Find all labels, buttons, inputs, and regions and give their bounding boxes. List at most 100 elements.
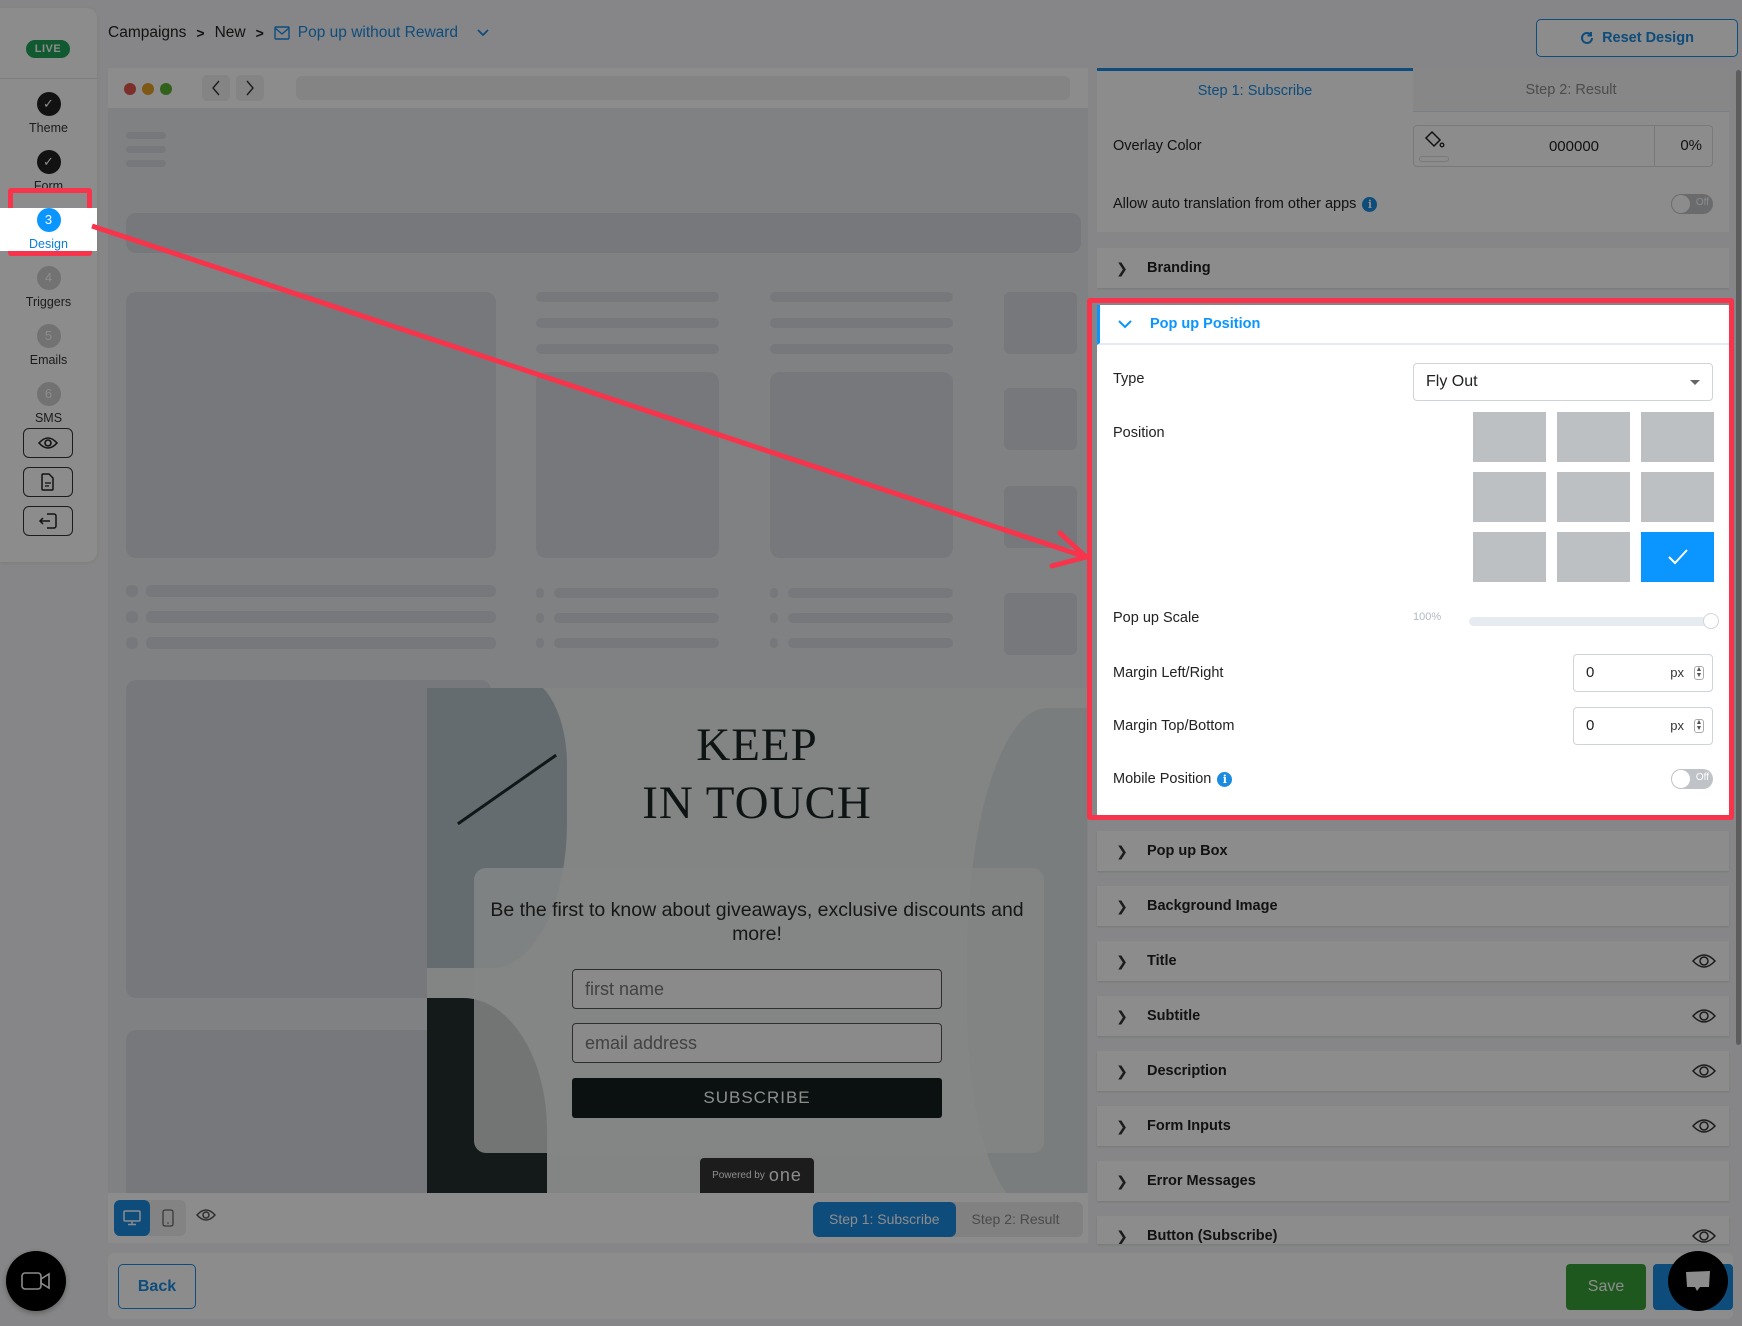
check-icon: ✓ <box>36 92 61 116</box>
info-icon[interactable]: i <box>1362 196 1378 212</box>
position-bottom-right[interactable] <box>1641 532 1714 582</box>
section-popup-position: Pop up Position Type Fly Out Position Po… <box>1097 305 1729 815</box>
subscribe-button[interactable]: SUBSCRIBE <box>572 1078 942 1118</box>
exit-button[interactable] <box>23 506 73 536</box>
chevron-right-icon: ❯ <box>1116 952 1128 969</box>
sidebar-divider <box>0 78 97 79</box>
position-middle-left[interactable] <box>1473 472 1546 522</box>
preview-button[interactable] <box>23 428 73 458</box>
save-button[interactable]: Save <box>1566 1264 1646 1310</box>
stepper-icon[interactable]: ▲ ▼ <box>1694 719 1704 733</box>
breadcrumb-campaigns[interactable]: Campaigns <box>108 24 186 42</box>
section-title: Background Image <box>1147 898 1278 914</box>
position-top-left[interactable] <box>1473 412 1546 462</box>
unit-label: px <box>1670 665 1684 680</box>
position-middle-right[interactable] <box>1641 472 1714 522</box>
live-status-badge: LIVE <box>26 40 70 58</box>
position-middle-center[interactable] <box>1557 472 1630 522</box>
video-tutorial-button[interactable] <box>6 1251 66 1311</box>
check-icon <box>1667 549 1688 565</box>
back-button[interactable]: Back <box>118 1264 196 1309</box>
mobile-view-button[interactable] <box>150 1200 186 1236</box>
chevron-left-icon <box>212 80 220 96</box>
position-bottom-center[interactable] <box>1557 532 1630 582</box>
skeleton-block <box>1004 486 1077 548</box>
powered-by-text: Powered by <box>712 1170 765 1181</box>
section-branding[interactable]: ❯ Branding <box>1097 248 1729 288</box>
section-title[interactable]: ❯ Title <box>1097 941 1729 981</box>
visibility-toggle[interactable] <box>1679 1228 1729 1244</box>
sidebar-step-sms[interactable]: 6 SMS <box>0 382 97 425</box>
envelope-icon <box>274 26 290 40</box>
campaign-selector[interactable]: Pop up without Reward <box>274 24 490 42</box>
section-form-inputs[interactable]: ❯ Form Inputs <box>1097 1106 1729 1146</box>
maximize-dot <box>160 83 172 95</box>
overlay-color-input[interactable]: 000000 0% <box>1413 125 1713 167</box>
section-error-messages[interactable]: ❯ Error Messages <box>1097 1161 1729 1201</box>
info-icon[interactable]: i <box>1217 771 1233 787</box>
section-title: Description <box>1147 1063 1227 1079</box>
position-top-right[interactable] <box>1641 412 1714 462</box>
skeleton-line <box>770 344 953 354</box>
skeleton-line <box>536 344 719 354</box>
popup-position-header[interactable]: Pop up Position <box>1097 305 1729 345</box>
section-subtitle[interactable]: ❯ Subtitle <box>1097 996 1729 1036</box>
section-description[interactable]: ❯ Description <box>1097 1051 1729 1091</box>
first-name-input[interactable]: first name <box>572 969 942 1009</box>
section-title: Pop up Box <box>1147 843 1228 859</box>
sidebar-step-triggers[interactable]: 4 Triggers <box>0 266 97 309</box>
visibility-toggle[interactable] <box>1679 1118 1729 1134</box>
chat-support-button[interactable] <box>1668 1251 1728 1311</box>
desktop-view-button[interactable] <box>114 1200 150 1236</box>
preview-tab-subscribe[interactable]: Step 1: Subscribe <box>813 1202 956 1237</box>
paint-bucket-icon <box>1424 130 1445 148</box>
section-background-image[interactable]: ❯ Background Image <box>1097 886 1729 926</box>
section-pop-up-box[interactable]: ❯ Pop up Box <box>1097 831 1729 871</box>
skeleton-line <box>126 160 166 167</box>
tab-step1-subscribe[interactable]: Step 1: Subscribe <box>1097 68 1413 112</box>
sidebar-step-emails[interactable]: 5 Emails <box>0 324 97 367</box>
document-button[interactable] <box>23 467 73 497</box>
bottom-action-bar: Back Save <box>108 1253 1733 1319</box>
sidebar-step-theme[interactable]: ✓ Theme <box>0 92 97 135</box>
overlay-color-hex[interactable]: 000000 <box>1514 126 1634 168</box>
skeleton-line <box>788 588 953 598</box>
mobile-position-toggle[interactable]: Off <box>1671 769 1713 789</box>
breadcrumb-new[interactable]: New <box>215 24 246 42</box>
popup-title-line: IN TOUCH <box>642 777 872 829</box>
reset-design-button[interactable]: Reset Design <box>1536 19 1738 57</box>
tab-step2-result[interactable]: Step 2: Result <box>1413 68 1729 112</box>
email-input[interactable]: email address <box>572 1023 942 1063</box>
visibility-toggle[interactable] <box>1679 1008 1729 1024</box>
preview-eye-button[interactable] <box>195 1208 217 1227</box>
position-bottom-left[interactable] <box>1473 532 1546 582</box>
eye-icon <box>1692 1229 1716 1243</box>
visibility-toggle[interactable] <box>1679 953 1729 969</box>
panel-scrollbar[interactable] <box>1736 70 1741 1045</box>
margin-lr-input[interactable]: 0 px ▲ ▼ <box>1573 654 1713 692</box>
skeleton-block <box>1004 388 1077 450</box>
auto-translation-toggle[interactable]: Off <box>1671 194 1713 214</box>
margin-tb-input[interactable]: 0 px ▲ ▼ <box>1573 707 1713 745</box>
section-button-subscribe[interactable]: ❯ Button (Subscribe) <box>1097 1216 1729 1244</box>
browser-forward-button[interactable] <box>236 75 264 101</box>
skeleton-block <box>1004 292 1077 354</box>
preview-tab-result[interactable]: Step 2: Result <box>956 1202 1076 1237</box>
browser-back-button[interactable] <box>202 75 230 101</box>
step-label: Triggers <box>25 295 72 309</box>
position-top-center[interactable] <box>1557 412 1630 462</box>
overlay-opacity[interactable]: 0% <box>1654 126 1712 166</box>
sidebar-step-design[interactable]: 3 Design <box>0 208 97 251</box>
skeleton-line <box>554 638 719 648</box>
type-select[interactable]: Fly Out <box>1413 363 1713 401</box>
chevron-right-icon: ❯ <box>1116 1062 1128 1079</box>
stepper-icon[interactable]: ▲ ▼ <box>1694 666 1704 680</box>
scale-slider-handle[interactable] <box>1703 613 1719 629</box>
visibility-toggle[interactable] <box>1679 1063 1729 1079</box>
sidebar-step-form[interactable]: ✓ Form <box>0 150 97 193</box>
skeleton-line <box>788 613 953 623</box>
section-title: Title <box>1147 953 1177 969</box>
powered-by-badge[interactable]: Powered by one <box>700 1158 814 1193</box>
margin-tb-value: 0 <box>1586 717 1595 734</box>
scale-slider-track[interactable] <box>1469 617 1713 626</box>
